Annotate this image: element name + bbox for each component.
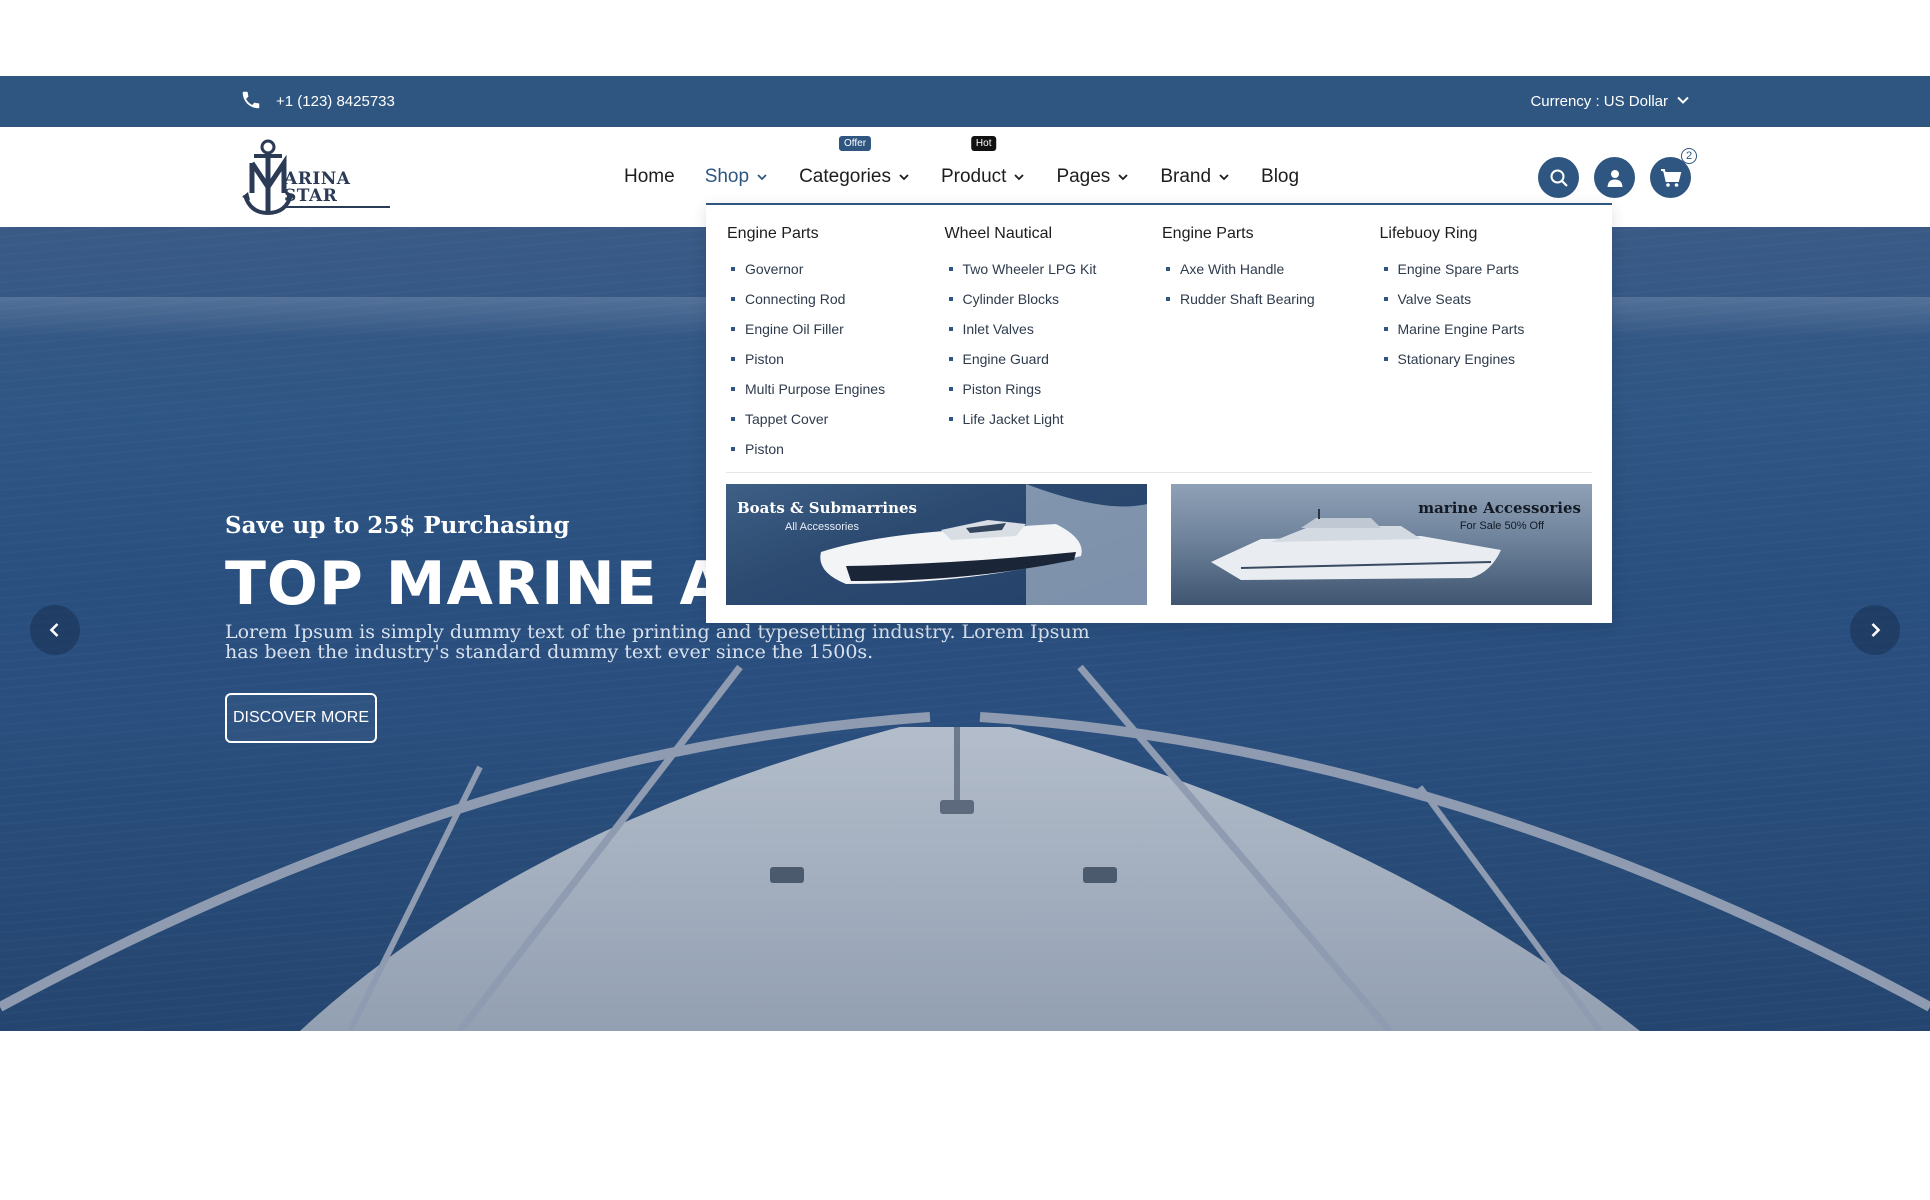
offer-badge: Offer: [838, 136, 872, 151]
menu-link[interactable]: Rudder Shaft Bearing: [1162, 284, 1380, 314]
chevron-right-icon: [1871, 623, 1881, 637]
menu-link[interactable]: Stationary Engines: [1380, 344, 1598, 374]
hero-description: Lorem Ipsum is simply dummy text of the …: [225, 621, 1090, 663]
search-button[interactable]: [1538, 157, 1579, 198]
nav-categories[interactable]: Offer Categories: [799, 136, 911, 188]
menu-column-engine-parts-2: Engine Parts Axe With Handle Rudder Shaf…: [1162, 225, 1380, 464]
header-actions: 2: [1538, 148, 1697, 198]
discover-more-button[interactable]: DISCOVER MORE: [225, 693, 377, 743]
account-button[interactable]: [1594, 157, 1635, 198]
nav-blog[interactable]: Blog: [1261, 166, 1299, 188]
shop-mega-menu: Engine Parts Governor Connecting Rod Eng…: [706, 203, 1612, 623]
nav-label: Categories: [799, 166, 891, 187]
menu-link[interactable]: Governor: [727, 254, 945, 284]
cart-count-badge: 2: [1681, 148, 1697, 164]
menu-link[interactable]: Connecting Rod: [727, 284, 945, 314]
hot-badge: Hot: [970, 136, 997, 151]
menu-link[interactable]: Cylinder Blocks: [945, 284, 1163, 314]
top-bar: +1 (123) 8425733 Currency : US Dollar: [0, 76, 1930, 127]
cart-icon: [1660, 168, 1681, 187]
nav-label: Shop: [704, 166, 750, 187]
phone-icon: [240, 89, 262, 115]
menu-link[interactable]: Life Jacket Light: [945, 404, 1163, 434]
phone-number: +1 (123) 8425733: [276, 93, 395, 110]
currency-selector[interactable]: Currency : US Dollar: [1530, 76, 1690, 127]
menu-link[interactable]: Valve Seats: [1380, 284, 1598, 314]
nav-brand[interactable]: Brand: [1160, 166, 1231, 188]
nav-product[interactable]: Hot Product: [940, 136, 1026, 188]
user-icon: [1607, 169, 1622, 187]
phone-contact[interactable]: +1 (123) 8425733: [240, 76, 395, 127]
hero-subtitle: Save up to 25$ Purchasing: [225, 512, 570, 539]
nav-label: Brand: [1160, 166, 1212, 187]
currency-label: Currency : US Dollar: [1530, 93, 1668, 110]
nav-label: Home: [624, 166, 675, 187]
cart-button[interactable]: 2: [1650, 148, 1697, 198]
next-slide-button[interactable]: [1850, 605, 1900, 655]
menu-column-wheel-nautical: Wheel Nautical Two Wheeler LPG Kit Cylin…: [945, 225, 1163, 464]
menu-link[interactable]: Piston: [727, 434, 945, 464]
chevron-left-icon: [49, 623, 59, 637]
nav-pages[interactable]: Pages: [1056, 166, 1130, 188]
menu-link[interactable]: Engine Guard: [945, 344, 1163, 374]
promo-subtitle: All Accessories: [785, 521, 859, 533]
promo-subtitle: For Sale 50% Off: [1459, 520, 1544, 532]
promo-boats-banner[interactable]: Boats & Submarrines All Accessories: [726, 484, 1147, 605]
nav-label: Blog: [1261, 166, 1300, 187]
menu-link[interactable]: Piston: [727, 344, 945, 374]
menu-link[interactable]: Multi Purpose Engines: [727, 374, 945, 404]
column-title: Lifebuoy Ring: [1379, 225, 1478, 242]
prev-slide-button[interactable]: [30, 605, 80, 655]
nav-home[interactable]: Home: [624, 166, 675, 188]
menu-link[interactable]: Engine Spare Parts: [1380, 254, 1598, 284]
menu-column-lifebuoy-ring: Lifebuoy Ring Engine Spare Parts Valve S…: [1380, 225, 1598, 464]
chevron-down-icon: [1219, 174, 1229, 181]
promo-title: Boats & Submarrines: [737, 499, 917, 517]
promo-title: marine Accessories: [1418, 499, 1581, 517]
menu-link[interactable]: Two Wheeler LPG Kit: [945, 254, 1163, 284]
column-title: Engine Parts: [1162, 225, 1254, 242]
menu-divider: [726, 472, 1592, 473]
chevron-down-icon: [1676, 93, 1690, 111]
promo-accessories-banner[interactable]: marine Accessories For Sale 50% Off: [1171, 484, 1592, 605]
nav-label: Pages: [1056, 166, 1111, 187]
nav-label: Product: [940, 166, 1007, 187]
chevron-down-icon: [899, 174, 909, 181]
chevron-down-icon: [1014, 174, 1025, 181]
nav-shop[interactable]: Shop: [705, 166, 769, 188]
menu-link[interactable]: Marine Engine Parts: [1380, 314, 1598, 344]
chevron-down-icon: [757, 174, 767, 181]
column-title: Wheel Nautical: [944, 225, 1053, 242]
chevron-down-icon: [1118, 174, 1128, 181]
mega-menu-columns: Engine Parts Governor Connecting Rod Eng…: [727, 225, 1597, 464]
menu-link[interactable]: Engine Oil Filler: [727, 314, 945, 344]
menu-link[interactable]: Inlet Valves: [945, 314, 1163, 344]
page: +1 (123) 8425733 Currency : US Dollar AR…: [0, 0, 1930, 1200]
menu-column-engine-parts: Engine Parts Governor Connecting Rod Eng…: [727, 225, 945, 464]
menu-link[interactable]: Piston Rings: [945, 374, 1163, 404]
menu-link[interactable]: Tappet Cover: [727, 404, 945, 434]
logo[interactable]: ARINA STAR: [240, 137, 390, 219]
menu-link[interactable]: Axe With Handle: [1162, 254, 1380, 284]
column-title: Engine Parts: [727, 225, 819, 242]
search-icon: [1550, 169, 1568, 187]
logo-text: ARINA STAR: [284, 171, 390, 208]
